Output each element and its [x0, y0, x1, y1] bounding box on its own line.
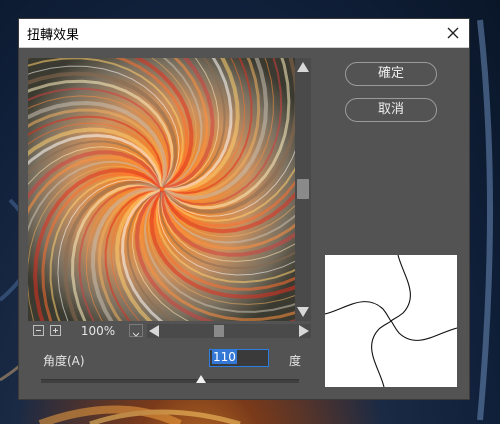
- angle-slider-track[interactable]: [41, 379, 299, 383]
- angle-slider-knob[interactable]: [195, 375, 206, 383]
- angle-input[interactable]: 110: [209, 349, 269, 367]
- close-icon: [447, 27, 459, 39]
- scroll-right-icon[interactable]: [299, 325, 309, 337]
- ok-button[interactable]: 確定: [345, 62, 437, 86]
- preview-image[interactable]: [28, 58, 295, 321]
- scroll-up-icon[interactable]: [297, 62, 309, 72]
- scroll-left-icon[interactable]: [149, 325, 159, 337]
- zoom-bar: 100%: [28, 323, 311, 339]
- dialog-title: 扭轉效果: [27, 28, 80, 43]
- zoom-dropdown[interactable]: [129, 324, 143, 337]
- twirl-curve-graphic: [324, 254, 458, 388]
- zoom-in-button[interactable]: [50, 325, 61, 336]
- twirl-dialog: 扭轉效果 100% 確定 取消 角度(A) 110 度: [18, 18, 470, 400]
- preview-horizontal-scrollbar[interactable]: [147, 324, 311, 338]
- zoom-out-button[interactable]: [33, 325, 44, 336]
- twirl-thumbnail: [324, 254, 458, 388]
- angle-unit: 度: [289, 354, 302, 368]
- angle-value: 110: [212, 350, 237, 364]
- chevron-down-icon: [132, 332, 140, 337]
- zoom-level: 100%: [80, 324, 116, 338]
- angle-label: 角度(A): [43, 354, 85, 368]
- scroll-down-icon[interactable]: [297, 307, 309, 317]
- minus-icon: [36, 330, 41, 331]
- cancel-button[interactable]: 取消: [345, 98, 437, 122]
- vertical-scroll-thumb[interactable]: [297, 179, 309, 199]
- horizontal-scroll-thumb[interactable]: [214, 325, 224, 337]
- close-button[interactable]: [443, 23, 463, 43]
- preview-vertical-scrollbar[interactable]: [295, 58, 311, 321]
- title-bar: 扭轉效果: [19, 19, 469, 48]
- plus-icon: [53, 328, 58, 333]
- twirl-preview-graphic: [28, 58, 295, 321]
